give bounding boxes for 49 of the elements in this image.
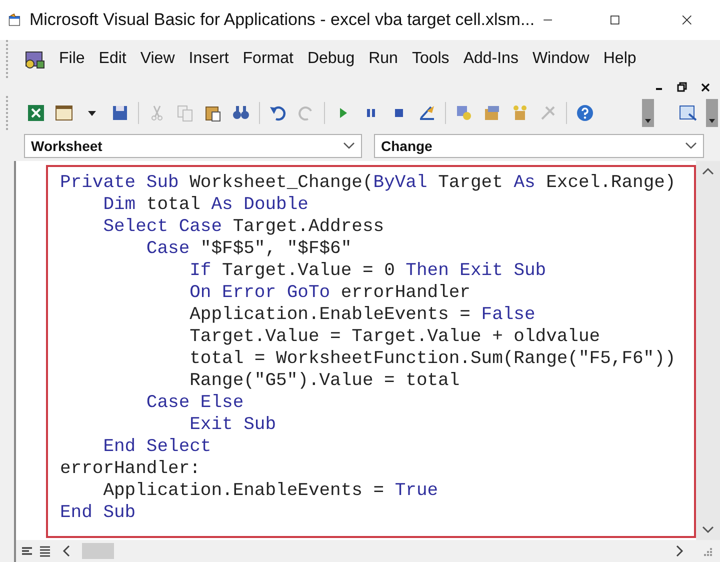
menu-item[interactable]: Run — [362, 47, 405, 71]
restore-icon[interactable] — [677, 82, 687, 92]
code-line: Application.EnableEvents = True — [102, 480, 438, 502]
window-title: Microsoft Visual Basic for Applications - excel vba target cell.xlsm... — [29, 9, 535, 32]
insert-form-icon[interactable] — [54, 103, 74, 123]
toolbar-overflow-icon[interactable] — [706, 99, 718, 127]
code-line: Range("G5").Value = total — [188, 370, 460, 392]
code-line: Private Sub Worksheet_Change(ByVal Target As Excel.Range) — [60, 172, 676, 194]
save-icon[interactable] — [110, 103, 130, 123]
code-line: Case Else — [145, 392, 244, 414]
menu-item[interactable]: Insert — [182, 47, 236, 71]
code-line: End Select — [102, 436, 212, 458]
chevron-left-icon[interactable] — [62, 545, 70, 557]
close-icon[interactable] — [701, 82, 710, 92]
code-line: Exit Sub — [188, 414, 276, 436]
procedure-dropdown[interactable]: Change — [374, 134, 704, 158]
chevron-right-icon[interactable] — [676, 545, 684, 557]
menu-item[interactable]: Add-Ins — [456, 47, 526, 71]
code-line: End Sub — [60, 502, 136, 524]
menu-item[interactable]: View — [133, 47, 182, 71]
code-line: Select Case Target.Address — [102, 216, 384, 238]
code-line: total = WorksheetFunction.Sum(Range("F5,F6")) — [188, 348, 676, 370]
menu-item[interactable]: Window — [525, 47, 596, 71]
chevron-down-icon — [685, 142, 697, 150]
code-line: Dim total As Double — [102, 194, 308, 216]
chevron-down-icon[interactable] — [702, 526, 714, 534]
help-icon[interactable] — [575, 103, 595, 123]
code-line: If Target.Value = 0 Then Exit Sub — [188, 260, 546, 282]
code-line: On Error GoTo errorHandler — [188, 282, 470, 304]
menu-item[interactable]: Tools — [404, 47, 456, 71]
menu-item[interactable]: Format — [236, 47, 300, 71]
toolbar-overflow-icon[interactable] — [642, 99, 654, 127]
code-line: Case "$F$5", "$F$6" — [145, 238, 352, 260]
resize-grip-icon — [702, 546, 712, 556]
menu-item[interactable]: Debug — [300, 47, 362, 71]
chevron-down-icon — [343, 142, 355, 150]
menu-item[interactable]: File — [52, 47, 92, 71]
full-module-view-icon[interactable] — [38, 544, 52, 558]
object-dropdown[interactable]: Worksheet — [24, 134, 362, 158]
menu-item[interactable]: Help — [596, 47, 644, 71]
code-line: errorHandler: — [60, 458, 200, 480]
window-icon[interactable] — [678, 103, 698, 123]
code-line: Application.EnableEvents = False — [188, 304, 536, 326]
vertical-scrollbar[interactable] — [696, 161, 720, 540]
scrollbar-thumb[interactable] — [82, 543, 114, 559]
code-line: Target.Value = Target.Value + oldvalue — [188, 326, 600, 348]
excel-icon[interactable] — [26, 103, 46, 123]
menu-item[interactable]: Edit — [92, 47, 134, 71]
chevron-up-icon[interactable] — [702, 167, 714, 175]
